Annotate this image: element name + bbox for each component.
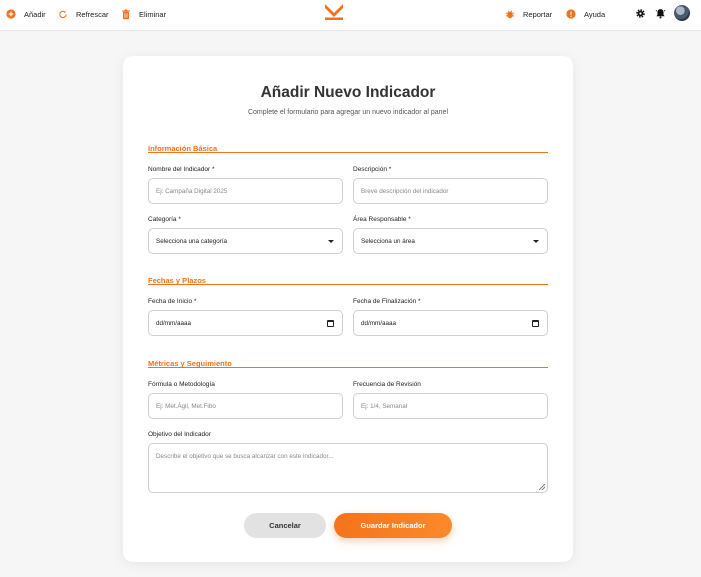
objective-placeholder: Describe el objetivo que se busca alcanz…	[156, 453, 334, 460]
section-metrics: Métricas y Seguimiento	[148, 353, 548, 368]
name-label: Nombre del Indicador *	[148, 166, 215, 173]
category-value: Selecciona una categoría	[156, 237, 228, 245]
start-date-input[interactable]: dd/mm/aaaa	[148, 310, 343, 336]
section-dates: Fechas y Plazos	[148, 270, 548, 285]
frequency-label: Frecuencia de Revisión	[353, 381, 421, 388]
chevron-down-icon	[533, 239, 539, 243]
end-date-label: Fecha de Finalización *	[353, 298, 421, 305]
page-subtitle: Complete el formulario para agregar un n…	[247, 109, 448, 116]
notifications-bell-icon[interactable]	[654, 7, 666, 19]
description-label: Descripción *	[353, 166, 392, 173]
refresh-button[interactable]: Refrescar	[58, 0, 109, 28]
refresh-label: Refrescar	[76, 9, 109, 19]
plus-circle-icon	[6, 9, 16, 19]
start-date-label: Fecha de Inicio *	[148, 298, 197, 305]
resize-handle-icon[interactable]	[539, 484, 545, 490]
start-date-value: dd/mm/aaaa	[156, 319, 192, 327]
end-date-value: dd/mm/aaaa	[361, 319, 397, 327]
report-label: Reportar	[523, 9, 553, 19]
section-metrics-title: Métricas y Seguimiento	[148, 359, 232, 368]
section-dates-title: Fechas y Plazos	[148, 276, 206, 285]
section-basic-info: Información Básica	[148, 138, 548, 153]
help-button[interactable]: Ayuda	[566, 0, 605, 28]
delete-button[interactable]: Eliminar	[121, 0, 166, 28]
formula-input[interactable]: Ej: Met.Ágil, Met.Fibo	[148, 393, 343, 419]
settings-gear-icon[interactable]	[634, 7, 646, 19]
indicator-name-input[interactable]: Ej: Campaña Digital 2025	[148, 178, 343, 204]
add-indicator-form: Añadir Nuevo Indicador Complete el formu…	[123, 56, 573, 562]
objective-textarea[interactable]: Describe el objetivo que se busca alcanz…	[148, 443, 548, 493]
category-label: Categoría *	[148, 216, 181, 223]
page-title: Añadir Nuevo Indicador	[260, 84, 436, 101]
add-label: Añadir	[24, 9, 46, 19]
save-indicator-button[interactable]: Guardar Indicador	[334, 513, 452, 538]
help-label: Ayuda	[584, 9, 606, 19]
cancel-button[interactable]: Cancelar	[244, 513, 326, 538]
category-select[interactable]: Selecciona una categoría	[148, 228, 343, 254]
refresh-icon	[58, 9, 68, 19]
formula-label: Fórmula o Metodología	[148, 381, 215, 388]
trash-icon	[121, 8, 131, 19]
app-logo	[325, 4, 343, 20]
user-avatar[interactable]	[674, 5, 690, 21]
help-icon	[566, 9, 576, 19]
calendar-icon[interactable]	[327, 319, 334, 327]
area-label: Área Responsable *	[353, 216, 411, 223]
bug-icon	[505, 9, 515, 19]
area-select[interactable]: Selecciona un área	[353, 228, 548, 254]
report-button[interactable]: Reportar	[505, 0, 552, 28]
frequency-input[interactable]: Ej: 1/4, Semanal	[353, 393, 548, 419]
end-date-input[interactable]: dd/mm/aaaa	[353, 310, 548, 336]
top-toolbar: Añadir Refrescar Eliminar Reportar Ayuda	[0, 0, 701, 31]
area-value: Selecciona un área	[361, 237, 415, 245]
objective-label: Objetivo del Indicador	[148, 431, 211, 438]
description-input[interactable]: Breve descripción del indicador	[353, 178, 548, 204]
delete-label: Eliminar	[139, 9, 167, 19]
add-button[interactable]: Añadir	[6, 0, 46, 28]
calendar-icon[interactable]	[532, 319, 539, 327]
section-basic-title: Información Básica	[148, 144, 218, 153]
chevron-down-icon	[328, 239, 334, 243]
